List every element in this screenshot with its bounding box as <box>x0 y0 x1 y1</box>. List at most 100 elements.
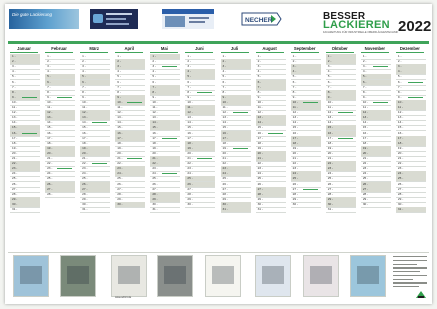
calendar-year: 2022 <box>398 18 432 35</box>
day-cell[interactable]: 30 - <box>290 201 321 208</box>
event-marker <box>127 101 143 103</box>
header-ad-3[interactable] <box>162 9 214 29</box>
event-marker <box>22 132 37 134</box>
ad-image <box>357 266 379 284</box>
event-marker <box>337 137 353 139</box>
day-cell[interactable]: 30 - <box>185 201 216 208</box>
day-cell[interactable]: 31 - <box>255 207 286 214</box>
event-marker <box>57 168 73 170</box>
event-marker <box>267 132 283 134</box>
ad-image <box>164 266 186 284</box>
event-marker <box>407 81 423 83</box>
event-marker <box>232 112 248 114</box>
month-column: Mai 1 -2 -3 -4 -5 -6 -7 -8 -9 -10 -11 -12… <box>148 46 181 251</box>
day-cell[interactable]: 30 - <box>115 201 146 208</box>
imprint-block <box>393 256 427 290</box>
ad-image <box>310 266 332 284</box>
day-cell[interactable]: 30 - <box>360 201 391 208</box>
footer-ad-2[interactable] <box>60 255 96 297</box>
day-cell[interactable]: 31 - <box>10 207 40 214</box>
event-marker <box>57 96 73 98</box>
month-name: Juli <box>230 46 239 51</box>
month-column: Juli 1 -2 -3 -4 -5 -6 -7 -8 -9 -10 -11 -1… <box>219 46 251 251</box>
month-column: Juni 1 -2 -3 -4 -5 -6 -7 -8 -9 -10 -11 -1… <box>183 46 216 251</box>
month-name: März <box>89 46 99 51</box>
month-column: November 1 -2 -3 -4 -5 -6 -7 -8 -9 -10 -1… <box>359 46 391 251</box>
day-number: 30 - <box>187 201 193 206</box>
ad-image <box>262 266 284 284</box>
footer-ad-6[interactable] <box>255 255 291 297</box>
footer-ad-caption: www.sdrtzr.de <box>115 296 132 299</box>
ad-image <box>118 266 140 284</box>
day-number: 31 - <box>397 207 404 211</box>
day-number: 31 - <box>257 207 263 211</box>
event-marker <box>127 158 143 159</box>
month-column: April 1 -2 -3 -4 -5 -6 -7 -8 -9 -10 -11 -… <box>113 46 146 251</box>
day-cell[interactable]: 31 - <box>150 207 181 214</box>
day-number: 30 - <box>362 201 369 206</box>
event-marker <box>22 96 37 98</box>
day-cell[interactable]: 31 - <box>325 207 356 214</box>
brand-line-2: LACKIEREN <box>323 19 390 31</box>
header-ad-1-text: Die gute Lackierung <box>12 12 53 17</box>
day-number: 30 - <box>292 201 298 206</box>
month-name: November <box>364 46 386 51</box>
event-marker <box>162 137 178 139</box>
month-name: August <box>262 46 277 51</box>
day-number: 28 - <box>47 191 53 196</box>
month-name: April <box>124 46 135 51</box>
month-name: September <box>293 46 316 51</box>
day-number: 31 - <box>327 207 334 211</box>
header-ad-necher[interactable]: NECHER <box>240 9 282 29</box>
month-name: Januar <box>17 46 31 51</box>
month-column: August 1 -2 -3 -4 -5 -6 -7 -8 -9 -10 -11 … <box>254 46 286 251</box>
header-divider <box>8 41 429 44</box>
ad-image <box>165 16 185 27</box>
month-column: Januar 1 -2 -3 -4 -5 -6 -7 -8 -9 -10 -11 … <box>8 46 40 251</box>
footer-divider <box>8 252 429 253</box>
day-cell[interactable]: 31 - <box>220 207 251 214</box>
wall-calendar-poster: Die gute Lackierung NECHER BESSER LACKIE… <box>5 4 432 304</box>
month-column: Dezember 1 -2 -3 -4 -5 -6 -7 -8 -9 -10 -1… <box>394 46 426 251</box>
footer-ad-7[interactable] <box>303 255 339 297</box>
month-column: Oktober 1 -2 -3 -4 -5 -6 -7 -8 -9 -10 -11… <box>324 46 356 251</box>
footer-ad-1[interactable] <box>13 255 49 297</box>
month-column: September 1 -2 -3 -4 -5 -6 -7 -8 -9 -10 -… <box>289 46 321 251</box>
day-cell[interactable]: 31 - <box>80 207 111 214</box>
month-column: März 1 -2 -3 -4 -5 -6 -7 -8 -9 -10 -11 -1… <box>78 46 111 251</box>
event-marker <box>92 163 108 165</box>
month-grid: Januar 1 -2 -3 -4 -5 -6 -7 -8 -9 -10 -11 … <box>8 46 429 251</box>
header-ad-2[interactable] <box>90 9 138 29</box>
month-name: Februar <box>51 46 67 51</box>
event-marker <box>302 101 318 103</box>
day-number: 31 - <box>222 207 228 211</box>
ad-image <box>212 266 234 284</box>
event-marker <box>372 66 388 68</box>
day-number: 31 - <box>12 207 18 211</box>
event-marker <box>302 188 318 190</box>
day-cell[interactable]: 28 - <box>45 191 76 198</box>
day-cell[interactable]: 31 - <box>395 207 426 214</box>
day-number: 30 - <box>117 201 123 206</box>
event-marker <box>197 158 213 159</box>
month-name: Juni <box>195 46 204 51</box>
event-marker <box>162 66 178 68</box>
month-name: Mai <box>160 46 168 51</box>
ad-logo-icon <box>93 14 103 23</box>
footer-ad-5[interactable] <box>205 255 241 297</box>
day-number: 31 - <box>82 207 88 211</box>
header-ad-4-text: NECHER <box>245 17 273 24</box>
event-marker <box>92 122 108 124</box>
event-marker <box>162 173 178 175</box>
month-name: Oktober <box>331 46 348 51</box>
day-number: 31 - <box>152 207 158 211</box>
month-name: Dezember <box>399 46 420 51</box>
publisher-logo-icon <box>416 291 426 298</box>
event-marker <box>372 101 388 103</box>
header-ad-1[interactable]: Die gute Lackierung <box>9 9 79 29</box>
event-marker <box>337 112 353 114</box>
footer-ad-8[interactable] <box>350 255 386 297</box>
footer-ad-3[interactable] <box>111 255 147 297</box>
event-marker <box>407 96 423 98</box>
footer-ad-4[interactable] <box>157 255 193 297</box>
